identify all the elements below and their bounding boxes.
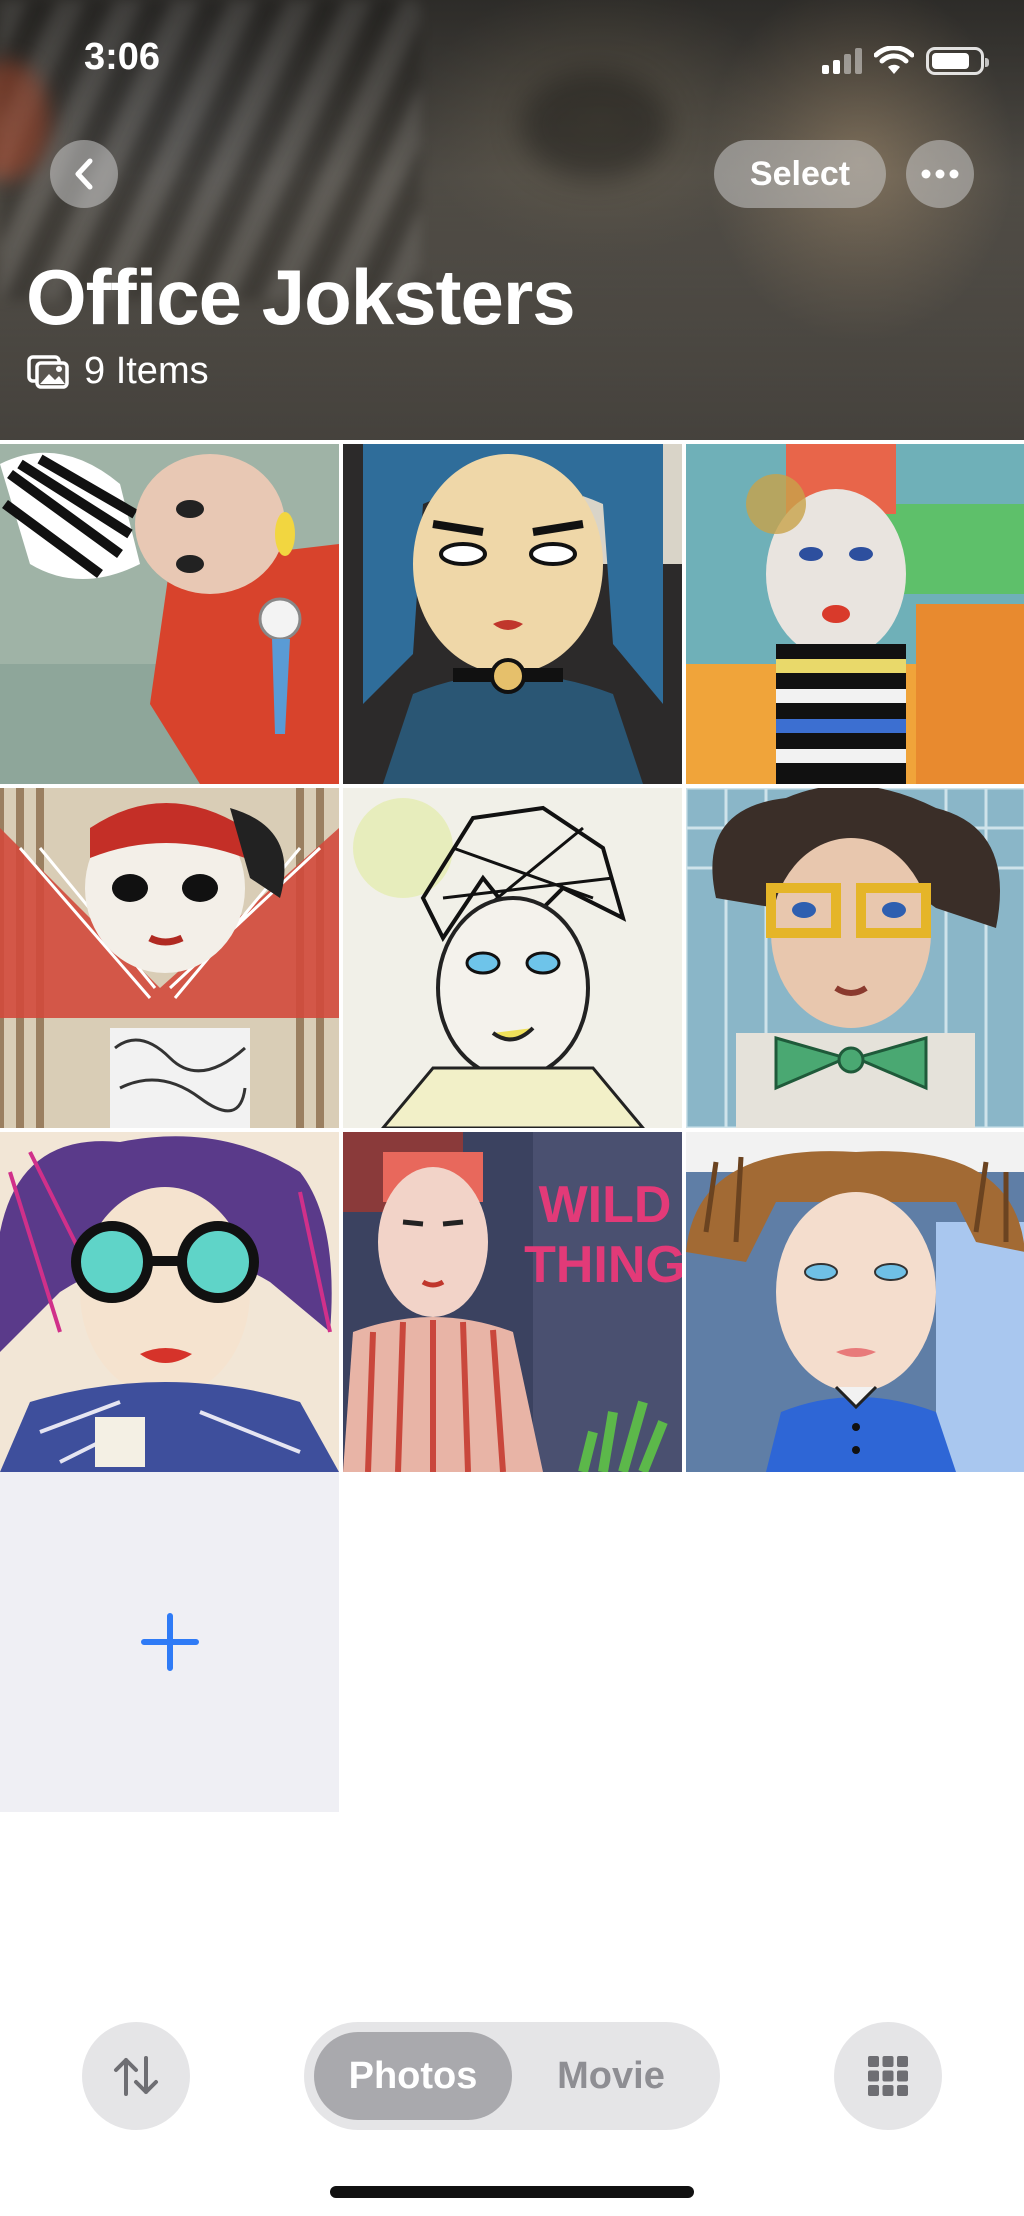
portrait-image xyxy=(343,444,682,784)
tab-movie[interactable]: Movie xyxy=(512,2032,710,2120)
photo-thumbnail[interactable] xyxy=(343,788,682,1128)
battery-icon xyxy=(926,47,989,75)
photo-thumbnail[interactable] xyxy=(0,444,339,784)
more-options-button[interactable] xyxy=(906,140,974,208)
portrait-image xyxy=(0,444,339,784)
ellipsis-icon xyxy=(921,169,959,179)
wall-text-line-1: WILD xyxy=(539,1176,672,1234)
photo-thumbnail[interactable] xyxy=(686,788,1024,1128)
status-time: 3:06 xyxy=(84,36,161,78)
wifi-icon xyxy=(874,46,914,74)
back-button[interactable] xyxy=(50,140,118,208)
photo-thumbnail[interactable] xyxy=(343,444,682,784)
portrait-image xyxy=(343,788,682,1128)
photo-thumbnail[interactable] xyxy=(686,444,1024,784)
portrait-image xyxy=(0,788,339,1128)
status-icons xyxy=(822,44,989,78)
portrait-image xyxy=(686,788,1024,1128)
sort-arrows-icon xyxy=(114,2056,158,2096)
plus-icon xyxy=(140,1613,199,1671)
photo-thumbnail[interactable] xyxy=(0,788,339,1128)
album-title: Office Joksters xyxy=(26,253,576,341)
photo-stack-icon xyxy=(27,354,69,389)
portrait-image xyxy=(0,1132,339,1472)
item-count-label: 9 Items xyxy=(84,350,209,392)
portrait-image xyxy=(686,1132,1024,1472)
photo-thumbnail[interactable] xyxy=(686,1132,1024,1472)
wall-text-line-2: THING xyxy=(524,1236,682,1294)
cellular-signal-icon xyxy=(822,48,862,74)
grid-view-button[interactable] xyxy=(834,2022,942,2130)
portrait-image xyxy=(686,444,1024,784)
portrait-image: WILD THING xyxy=(343,1132,682,1472)
view-segmented-control: Photos Movie xyxy=(304,2022,720,2130)
chevron-left-icon xyxy=(75,158,93,190)
home-indicator xyxy=(330,2186,694,2198)
tab-photos[interactable]: Photos xyxy=(314,2032,512,2120)
grid-icon xyxy=(868,2056,908,2096)
select-button[interactable]: Select xyxy=(714,140,886,208)
sort-button[interactable] xyxy=(82,2022,190,2130)
photo-thumbnail[interactable]: WILD THING xyxy=(343,1132,682,1472)
album-item-count: 9 Items xyxy=(26,350,209,393)
add-photos-tile[interactable] xyxy=(0,1472,339,1812)
photo-thumbnail[interactable] xyxy=(0,1132,339,1472)
album-header: 3:06 Select Office Joksters 9 Items xyxy=(0,0,1024,440)
